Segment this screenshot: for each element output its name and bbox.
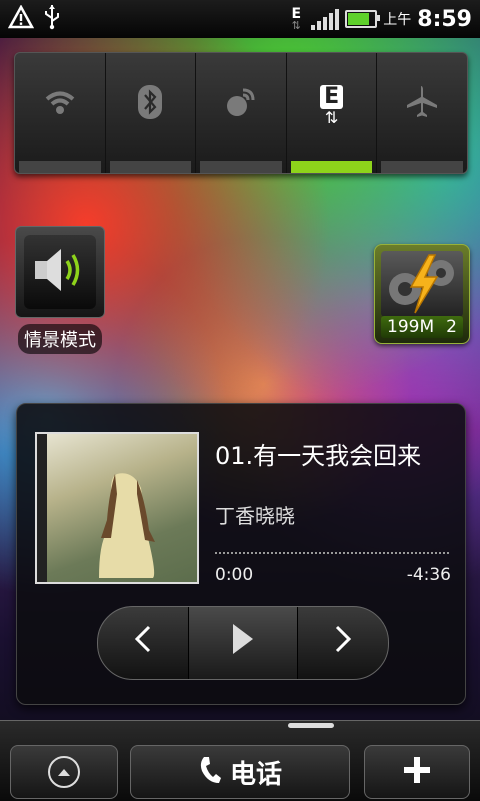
network-type-label: E [291, 5, 302, 22]
gps-icon [223, 84, 259, 128]
app-launcher-button[interactable] [10, 745, 118, 799]
next-track-button[interactable] [298, 607, 388, 679]
clock-time: 8:59 [417, 6, 472, 32]
memory-free-label: 199M [387, 317, 435, 337]
warning-icon [7, 3, 35, 34]
bluetooth-toggle[interactable] [106, 53, 197, 173]
remaining-time: -4:36 [406, 565, 451, 585]
battery-icon [345, 10, 381, 28]
phone-label: 电话 [229, 759, 282, 790]
album-art[interactable] [35, 432, 199, 584]
phone-icon [198, 755, 222, 789]
up-arrow-icon [48, 756, 80, 788]
music-player-widget: 01.有一天我会回来 丁香晓晓 0:00 -4:36 [16, 403, 466, 705]
quick-settings-widget: E ⇅ [14, 52, 468, 174]
usb-icon [42, 4, 62, 35]
bluetooth-icon [137, 84, 163, 128]
wifi-indicator [19, 161, 101, 173]
wifi-icon [43, 85, 77, 127]
profile-icon-frame [24, 235, 96, 309]
song-artist: 丁香晓晓 [215, 504, 295, 528]
mobile-data-indicator [290, 161, 373, 173]
bottom-dock: 电话 [0, 720, 480, 801]
elapsed-time: 0:00 [215, 565, 254, 585]
dock-handle[interactable] [288, 723, 334, 728]
mobile-data-icon: E ⇅ [320, 85, 344, 127]
playback-controls [97, 606, 389, 680]
mobile-data-label: E [320, 85, 344, 109]
add-widget-button[interactable] [364, 745, 470, 799]
signal-strength-icon [311, 8, 340, 30]
profile-button[interactable] [15, 226, 105, 318]
song-title: 01.有一天我会回来 [215, 442, 422, 470]
album-art-image [99, 473, 155, 578]
phone-button[interactable]: 电话 [130, 745, 350, 799]
gps-indicator [200, 161, 282, 173]
mobile-data-toggle[interactable]: E ⇅ [287, 53, 378, 173]
task-manager-stats: 199M 2 [381, 316, 463, 338]
clock-ampm: 上午 [383, 12, 412, 28]
profile-widget[interactable]: 情景模式 [14, 226, 106, 354]
lightning-gear-icon [381, 251, 463, 317]
play-icon [231, 622, 255, 664]
network-type-indicator: E ⇅ [287, 5, 305, 32]
plus-icon [403, 752, 431, 793]
profile-label: 情景模式 [18, 324, 102, 354]
status-bar-left [0, 3, 62, 35]
running-task-count: 2 [446, 317, 457, 337]
airplane-toggle[interactable] [377, 53, 467, 173]
bluetooth-indicator [109, 161, 192, 173]
chevron-right-icon [333, 625, 353, 661]
airplane-indicator [381, 161, 463, 173]
gps-toggle[interactable] [196, 53, 287, 173]
mobile-data-arrows-icon: ⇅ [324, 108, 339, 127]
playback-progress-bar[interactable] [215, 552, 449, 554]
play-button[interactable] [189, 607, 298, 679]
status-bar-right: E ⇅ 上午 8:59 [287, 0, 472, 38]
speaker-icon [31, 245, 89, 299]
previous-track-button[interactable] [98, 607, 189, 679]
airplane-icon [404, 84, 440, 128]
task-manager-widget[interactable]: 199M 2 [374, 244, 470, 344]
chevron-left-icon [133, 625, 153, 661]
status-bar[interactable]: E ⇅ 上午 8:59 [0, 0, 480, 38]
data-activity-icon: ⇅ [291, 18, 301, 32]
battery-fill [348, 13, 370, 25]
wifi-toggle[interactable] [15, 53, 106, 173]
